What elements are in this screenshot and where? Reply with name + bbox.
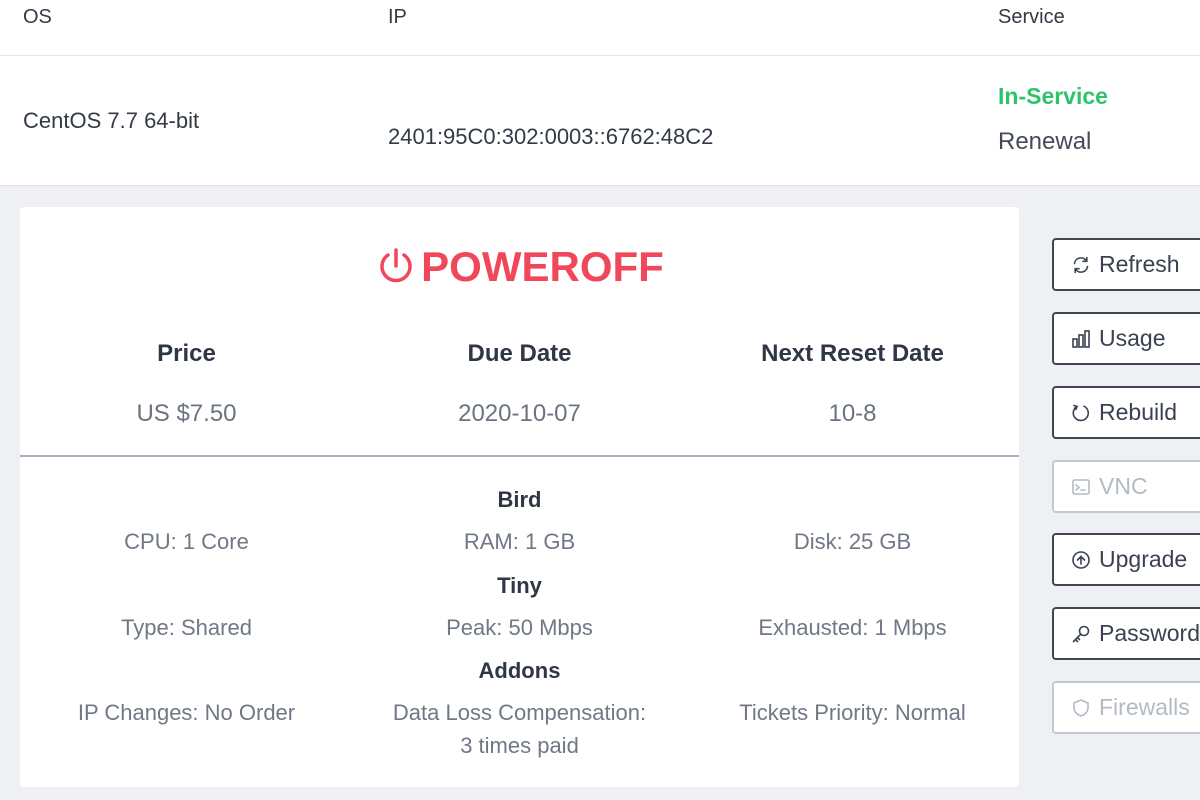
arrow-up-circle-icon	[1072, 550, 1090, 569]
vnc-label: VNC	[1099, 473, 1148, 499]
cpu-spec: CPU: 1 Core	[124, 529, 249, 554]
next-reset-label: Next Reset Date	[761, 340, 944, 367]
price-label: Price	[157, 340, 216, 367]
rebuild-icon	[1072, 404, 1090, 421]
renewal-link[interactable]: Renewal	[998, 128, 1091, 156]
header-ip: IP	[388, 6, 407, 28]
header-os: OS	[23, 6, 52, 28]
rebuild-label: Rebuild	[1099, 399, 1177, 425]
password-button[interactable]: Password	[1052, 607, 1200, 660]
server-table: OS IP Service CentOS 7.7 64-bit 2401:95C…	[0, 0, 1200, 186]
tickets-priority: Tickets Priority: Normal	[739, 700, 966, 725]
data-loss-line-1: Data Loss Compensation:	[392, 700, 647, 725]
ip-value: 2401:95C0:302:0003::6762:48C2	[388, 124, 714, 149]
vnc-button[interactable]: VNC	[1052, 460, 1200, 513]
shield-icon	[1073, 698, 1089, 717]
refresh-button[interactable]: Refresh	[1052, 238, 1200, 291]
header-divider	[0, 55, 1200, 56]
price-value: US $7.50	[136, 400, 237, 427]
refresh-icon	[1073, 256, 1089, 273]
service-status: In-Service	[998, 83, 1108, 109]
firewalls-label: Firewalls	[1099, 694, 1190, 720]
upgrade-button[interactable]: Upgrade	[1052, 533, 1200, 586]
os-value: CentOS 7.7 64-bit	[23, 108, 200, 133]
power-icon	[380, 248, 412, 283]
usage-label: Usage	[1099, 325, 1166, 351]
key-icon	[1072, 625, 1090, 642]
firewalls-button[interactable]: Firewalls	[1052, 681, 1200, 734]
plan-name: Bird	[497, 487, 542, 512]
network-type: Type: Shared	[121, 615, 252, 640]
next-reset-value: 10-8	[828, 400, 877, 427]
bar-chart-icon	[1072, 329, 1090, 348]
upgrade-label: Upgrade	[1099, 546, 1188, 572]
network-plan-name: Tiny	[497, 573, 542, 598]
power-status: POWEROFF	[20, 243, 1019, 291]
card-divider	[20, 455, 1019, 457]
data-loss-compensation: Data Loss Compensation: 3 times paid	[353, 696, 686, 762]
usage-button[interactable]: Usage	[1052, 312, 1200, 365]
network-exhausted: Exhausted: 1 Mbps	[758, 615, 947, 640]
due-date-label: Due Date	[467, 340, 572, 367]
server-detail-card: POWEROFF Price Due Date Next Reset Date …	[20, 207, 1019, 787]
refresh-label: Refresh	[1099, 251, 1180, 277]
power-status-text: POWEROFF	[421, 243, 664, 290]
password-label: Password	[1099, 620, 1200, 646]
addons-title: Addons	[478, 658, 561, 683]
header-service: Service	[998, 6, 1065, 28]
terminal-icon	[1072, 478, 1090, 495]
ip-changes: IP Changes: No Order	[77, 700, 296, 725]
network-peak: Peak: 50 Mbps	[446, 615, 593, 640]
rebuild-button[interactable]: Rebuild	[1052, 386, 1200, 439]
due-date-value: 2020-10-07	[458, 400, 581, 427]
data-loss-line-2: 3 times paid	[460, 733, 579, 758]
ram-spec: RAM: 1 GB	[463, 529, 576, 554]
disk-spec: Disk: 25 GB	[793, 529, 912, 554]
